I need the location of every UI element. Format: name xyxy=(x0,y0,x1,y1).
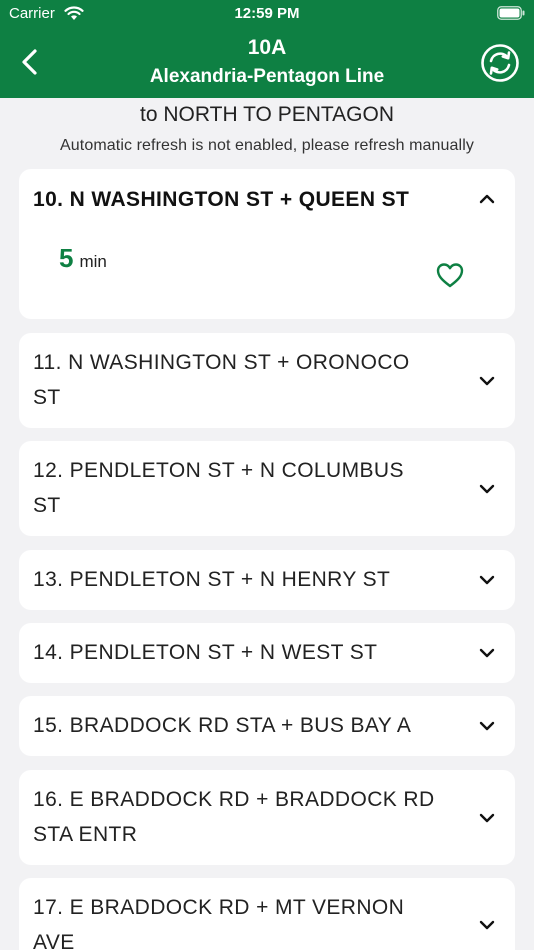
stop-card-expanded[interactable]: 10. N WASHINGTON ST + QUEEN ST 5 min xyxy=(19,169,515,319)
stop-card[interactable]: 14. PENDLETON ST + N WEST ST xyxy=(19,623,515,683)
heart-icon[interactable] xyxy=(435,261,465,289)
stop-card[interactable]: 13. PENDLETON ST + N HENRY ST xyxy=(19,550,515,610)
chevron-down-icon[interactable] xyxy=(477,573,497,587)
stop-name: 10. N WASHINGTON ST + QUEEN ST xyxy=(33,188,410,211)
route-title: 10A xyxy=(247,36,287,59)
clock: 12:59 PM xyxy=(234,5,300,22)
stop-card[interactable]: 15. BRADDOCK RD STA + BUS BAY A xyxy=(19,696,515,756)
stop-name: 14. PENDLETON ST + N WEST ST xyxy=(33,641,378,664)
eta-value: 5 xyxy=(59,243,74,273)
stop-name-line1: 16. E BRADDOCK RD + BRADDOCK RD xyxy=(33,788,435,811)
stop-name: 15. BRADDOCK RD STA + BUS BAY A xyxy=(33,714,412,737)
status-bar: Carrier 12:59 PM xyxy=(0,0,534,28)
nav-header: Carrier 12:59 PM 10A Alexandria-Pentagon… xyxy=(0,0,534,98)
stop-card[interactable]: 11. N WASHINGTON ST + ORONOCO ST xyxy=(19,333,515,428)
chevron-down-icon[interactable] xyxy=(477,918,497,932)
stop-name-line1: 17. E BRADDOCK RD + MT VERNON xyxy=(33,896,405,919)
stop-name-line2: AVE xyxy=(33,931,75,950)
stop-card[interactable]: 12. PENDLETON ST + N COLUMBUS ST xyxy=(19,441,515,536)
chevron-down-icon[interactable] xyxy=(477,482,497,496)
refresh-notice: Automatic refresh is not enabled, please… xyxy=(60,137,474,154)
chevron-down-icon[interactable] xyxy=(477,811,497,825)
direction-label: to NORTH TO PENTAGON xyxy=(140,103,394,126)
route-subtitle: Alexandria-Pentagon Line xyxy=(149,66,385,87)
chevron-down-icon[interactable] xyxy=(477,374,497,388)
refresh-icon[interactable] xyxy=(480,43,520,83)
eta-unit: min xyxy=(79,252,107,271)
chevron-down-icon[interactable] xyxy=(477,646,497,660)
stop-name-line2: ST xyxy=(33,494,61,517)
stop-name: 13. PENDLETON ST + N HENRY ST xyxy=(33,568,391,591)
stop-name-line1: 12. PENDLETON ST + N COLUMBUS xyxy=(33,459,404,482)
stop-name-line2: STA ENTR xyxy=(33,823,138,846)
chevron-up-icon[interactable] xyxy=(477,192,497,206)
stop-card[interactable]: 16. E BRADDOCK RD + BRADDOCK RD STA ENTR xyxy=(19,770,515,865)
stop-name-line1: 11. N WASHINGTON ST + ORONOCO xyxy=(33,351,410,374)
chevron-down-icon[interactable] xyxy=(477,719,497,733)
stop-card[interactable]: 17. E BRADDOCK RD + MT VERNON AVE xyxy=(19,878,515,950)
stop-name-line2: ST xyxy=(33,386,61,409)
eta: 5 min xyxy=(59,243,107,274)
battery-icon xyxy=(497,6,525,20)
